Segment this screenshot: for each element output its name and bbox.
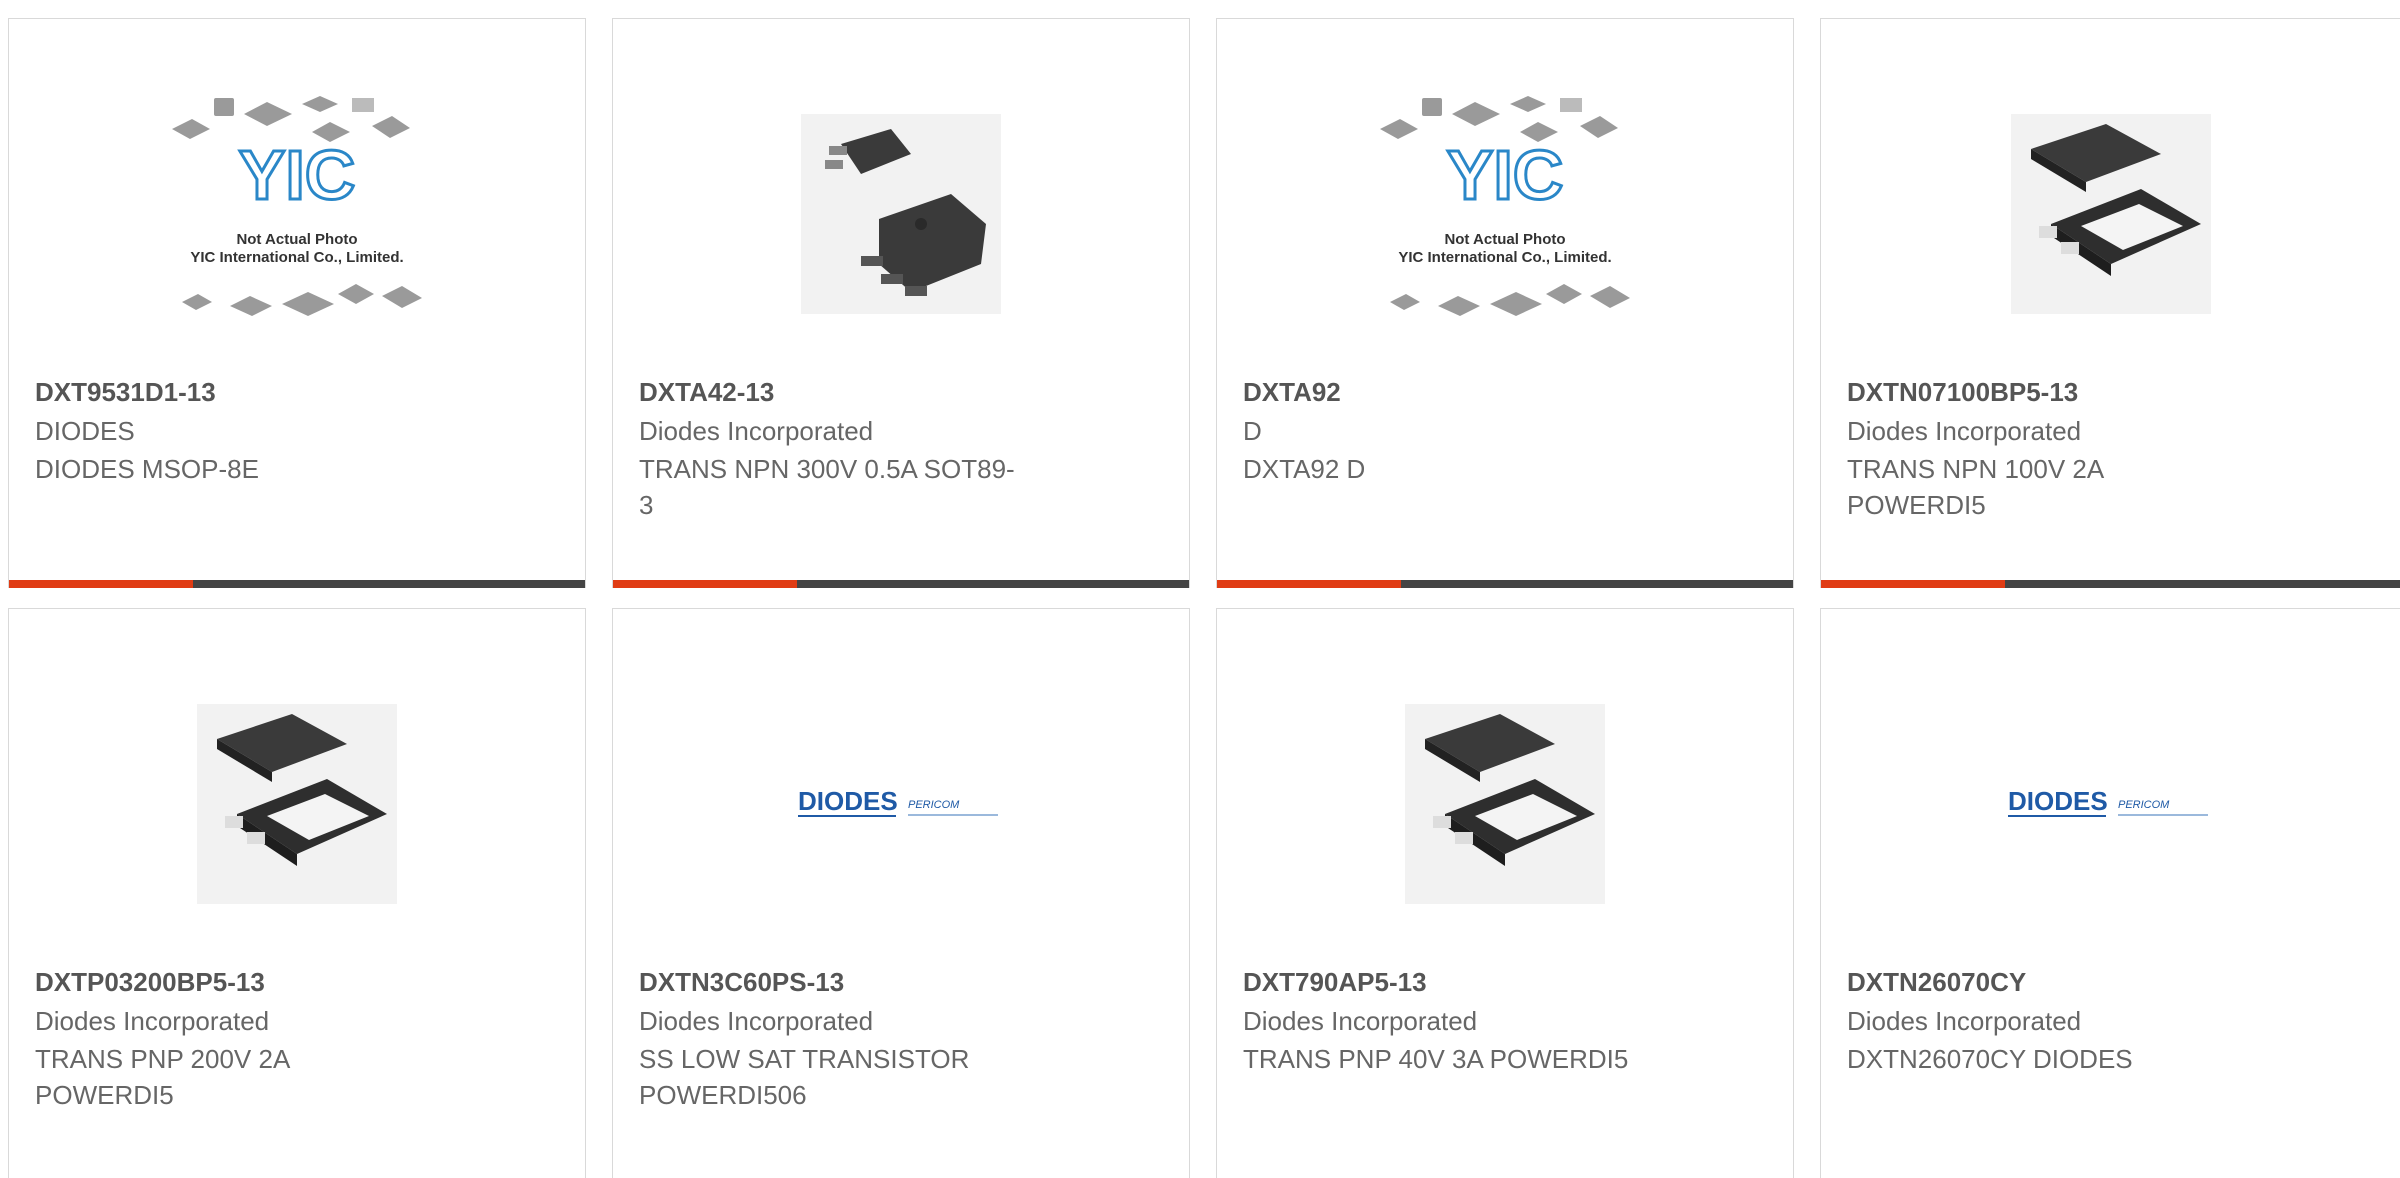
part-description: TRANS PNP 200V 2A POWERDI5 bbox=[35, 1044, 291, 1110]
diodes-logo-image: DIODES PERICOM bbox=[2007, 786, 2208, 817]
part-number[interactable]: DXTN3C60PS-13 bbox=[639, 967, 844, 998]
product-card[interactable]: DXT790AP5-13 Diodes Incorporated TRANS P… bbox=[1216, 608, 1794, 1178]
diodes-logo-image: DIODES PERICOM bbox=[798, 786, 998, 817]
part-description: TRANS PNP 40V 3A POWERDI5 bbox=[1243, 1044, 1629, 1074]
pericom-logo-text: PERICOM bbox=[908, 799, 960, 811]
part-description: DXTN26070CY DIODES bbox=[1847, 1044, 2133, 1074]
yic-placeholder-image: YIC Not Actual Photo YIC International C… bbox=[1380, 96, 1630, 316]
svg-text:YIC: YIC bbox=[239, 136, 356, 214]
product-image[interactable] bbox=[613, 59, 1189, 369]
product-card[interactable]: YIC Not Actual Photo YIC International C… bbox=[1216, 18, 1794, 588]
pericom-logo-text: PERICOM bbox=[2118, 799, 2170, 811]
product-card[interactable]: DIODES PERICOM DXTN26070CY Diodes Incorp… bbox=[1820, 608, 2400, 1178]
sot89-package-image bbox=[801, 114, 1001, 314]
card-bottom-bar bbox=[613, 580, 1189, 588]
manufacturer: Diodes Incorporated bbox=[639, 1006, 874, 1036]
part-number[interactable]: DXTP03200BP5-13 bbox=[35, 967, 265, 998]
powerdi5-package-image bbox=[1405, 704, 1605, 904]
powerdi5-package-image bbox=[197, 704, 397, 904]
product-card[interactable]: YIC Not Actual Photo YIC International C… bbox=[8, 18, 586, 588]
manufacturer: Diodes Incorporated bbox=[1847, 416, 2082, 446]
part-number[interactable]: DXTA92 bbox=[1243, 377, 1341, 408]
part-description: DXTA92 D bbox=[1243, 454, 1366, 484]
part-description: TRANS NPN 300V 0.5A SOT89- 3 bbox=[639, 454, 1015, 520]
svg-text:YIC: YIC bbox=[1447, 136, 1564, 214]
manufacturer: Diodes Incorporated bbox=[1243, 1006, 1478, 1036]
product-image[interactable]: YIC Not Actual Photo YIC International C… bbox=[9, 59, 585, 369]
part-number[interactable]: DXTN26070CY bbox=[1847, 967, 2026, 998]
placeholder-company: YIC International Co., Limited. bbox=[190, 249, 403, 266]
part-number[interactable]: DXTA42-13 bbox=[639, 377, 774, 408]
part-description: SS LOW SAT TRANSISTOR POWERDI506 bbox=[639, 1044, 970, 1110]
part-number[interactable]: DXTN07100BP5-13 bbox=[1847, 377, 2078, 408]
placeholder-company: YIC International Co., Limited. bbox=[1398, 249, 1611, 266]
manufacturer: DIODES bbox=[35, 416, 135, 446]
card-accent bbox=[9, 580, 193, 588]
card-bottom-bar bbox=[1217, 580, 1793, 588]
product-image[interactable] bbox=[9, 649, 585, 959]
part-number[interactable]: DXT790AP5-13 bbox=[1243, 967, 1427, 998]
product-card[interactable]: DXTA42-13 Diodes Incorporated TRANS NPN … bbox=[612, 18, 1190, 588]
powerdi5-package-image bbox=[2010, 114, 2211, 314]
card-accent bbox=[613, 580, 797, 588]
product-image[interactable]: DIODES PERICOM bbox=[613, 649, 1189, 959]
product-card[interactable]: DXTN07100BP5-13 Diodes Incorporated TRAN… bbox=[1820, 18, 2400, 588]
diodes-logo-text: DIODES bbox=[2008, 786, 2108, 816]
product-image[interactable]: DIODES PERICOM bbox=[1821, 649, 2400, 959]
card-bottom-bar bbox=[9, 580, 585, 588]
placeholder-note: Not Actual Photo bbox=[1444, 231, 1565, 248]
yic-placeholder-image: YIC Not Actual Photo YIC International C… bbox=[172, 96, 422, 316]
card-accent bbox=[1821, 580, 2005, 588]
part-description: DIODES MSOP-8E bbox=[35, 454, 259, 484]
card-accent bbox=[1217, 580, 1401, 588]
product-image[interactable] bbox=[1217, 649, 1793, 959]
diodes-logo-text: DIODES bbox=[798, 786, 898, 816]
placeholder-note: Not Actual Photo bbox=[236, 231, 357, 248]
product-image[interactable]: YIC Not Actual Photo YIC International C… bbox=[1217, 59, 1793, 369]
manufacturer: D bbox=[1243, 416, 1262, 446]
part-number[interactable]: DXT9531D1-13 bbox=[35, 377, 216, 408]
manufacturer: Diodes Incorporated bbox=[1847, 1006, 2082, 1036]
product-card[interactable]: DIODES PERICOM DXTN3C60PS-13 Diodes Inco… bbox=[612, 608, 1190, 1178]
product-card[interactable]: DXTP03200BP5-13 Diodes Incorporated TRAN… bbox=[8, 608, 586, 1178]
product-grid: YIC Not Actual Photo YIC International C… bbox=[0, 0, 2400, 1178]
manufacturer: Diodes Incorporated bbox=[35, 1006, 270, 1036]
card-bottom-bar bbox=[1821, 580, 2400, 588]
product-image[interactable] bbox=[1821, 59, 2400, 369]
manufacturer: Diodes Incorporated bbox=[639, 416, 874, 446]
part-description: TRANS NPN 100V 2A POWERDI5 bbox=[1847, 454, 2105, 520]
